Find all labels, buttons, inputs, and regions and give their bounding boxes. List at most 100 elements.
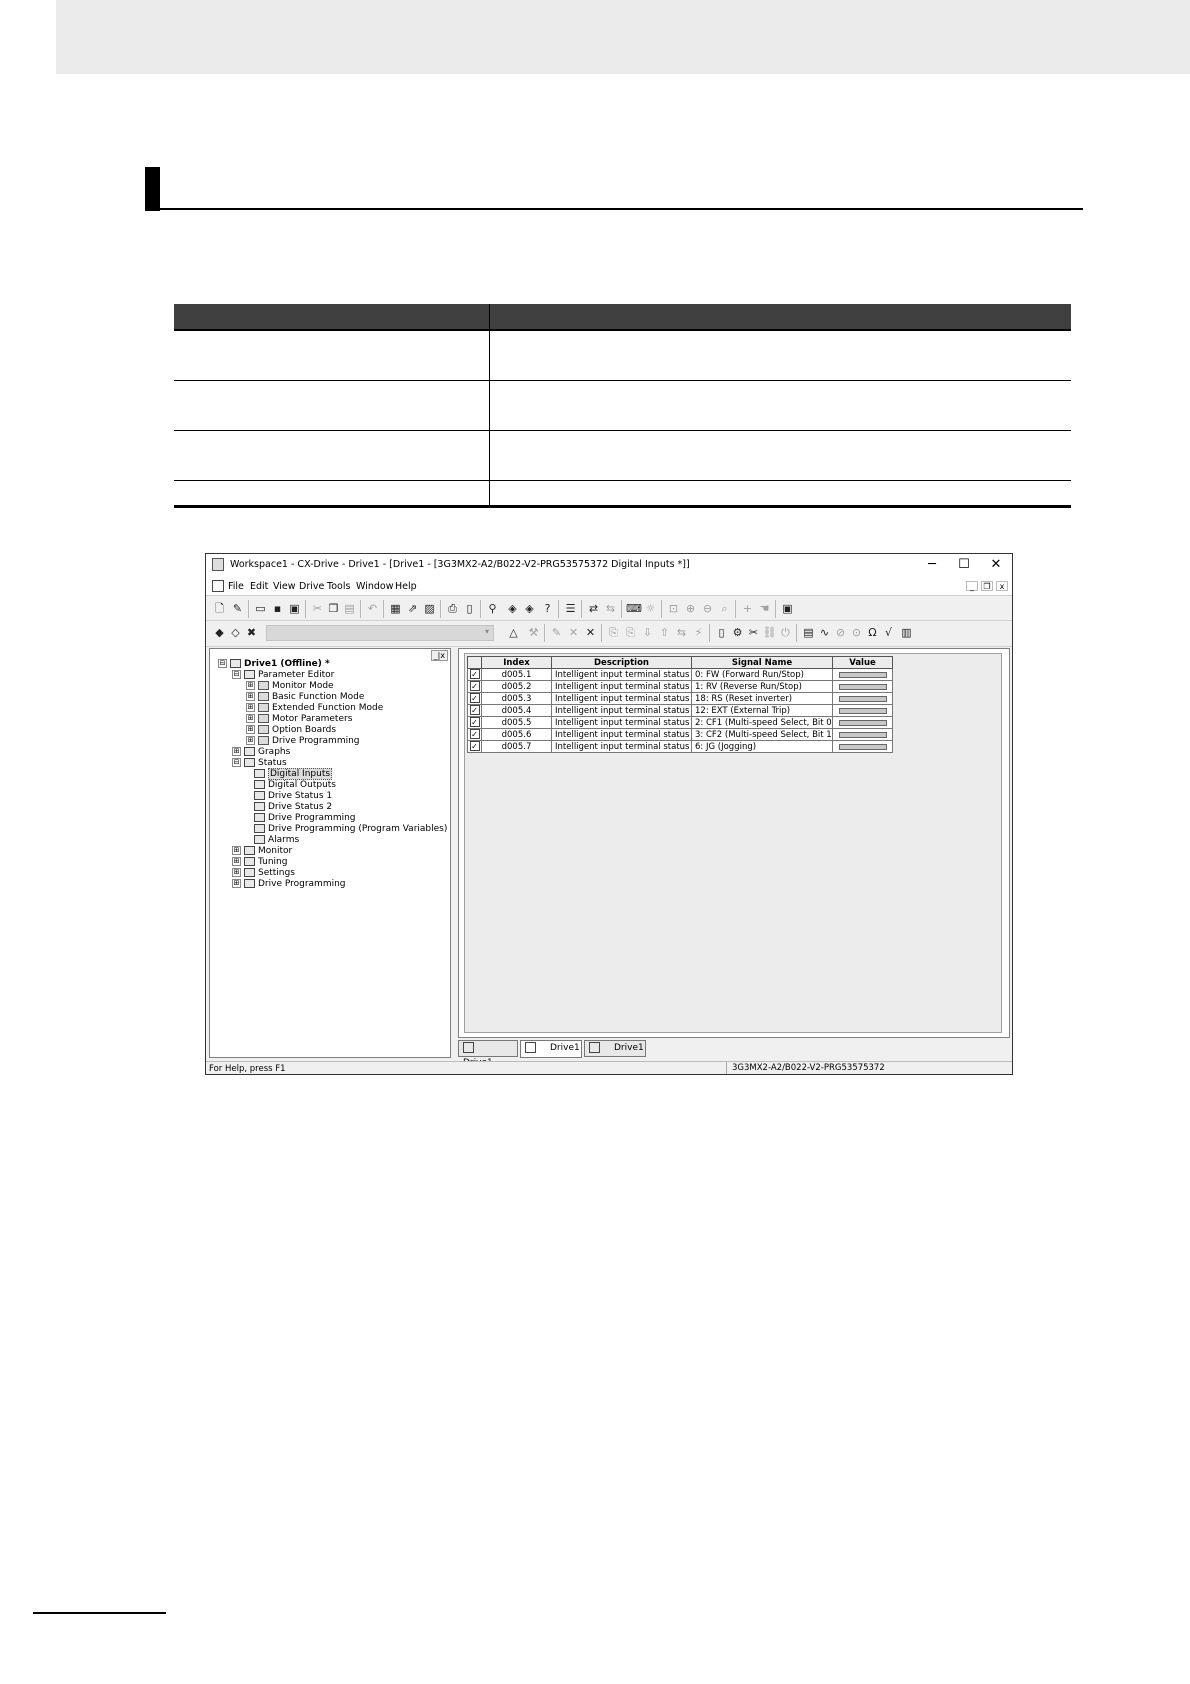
grid-row[interactable]: ✓ d005.4 Intelligent input terminal status…: [467, 704, 893, 717]
expand-icon[interactable]: ⊞: [246, 736, 255, 745]
warning-icon[interactable]: △: [506, 625, 521, 640]
keyboard-icon[interactable]: ⌨: [626, 601, 642, 616]
grid-row[interactable]: ✓ d005.6 Intelligent input terminal status…: [467, 728, 893, 741]
paste-icon[interactable]: ▤: [342, 601, 357, 616]
save-icon[interactable]: ▪: [270, 601, 285, 616]
export-icon[interactable]: ⇗: [405, 601, 420, 616]
auto-tune-icon[interactable]: ⊙: [849, 625, 864, 640]
menu-file[interactable]: File: [228, 581, 244, 592]
tab-drive1-workspace[interactable]: Drive1: [458, 1040, 518, 1068]
title-bar[interactable]: Workspace1 - CX-Drive - Drive1 - [Drive1…: [206, 554, 1012, 576]
compare-icon[interactable]: ⇆: [603, 601, 618, 616]
expand-icon[interactable]: ⊞: [232, 868, 241, 877]
zoom-in-icon[interactable]: ⊕: [683, 601, 698, 616]
variables-icon[interactable]: √: [881, 625, 896, 640]
menu-edit[interactable]: Edit: [250, 581, 268, 592]
help-icon[interactable]: ?: [540, 601, 555, 616]
properties-icon[interactable]: ▣: [780, 601, 795, 616]
print-icon[interactable]: ⎙: [445, 601, 460, 616]
file-icon[interactable]: ▯: [714, 625, 729, 640]
tab-drive1-status[interactable]: Drive1: [520, 1040, 582, 1058]
delete-icon[interactable]: ✕: [583, 625, 598, 640]
row-checkbox[interactable]: ✓: [467, 740, 482, 753]
copy-param-icon[interactable]: ⎘: [606, 625, 621, 640]
disconnect-icon[interactable]: ✖: [244, 625, 259, 640]
menu-tools[interactable]: Tools: [327, 581, 350, 592]
zoom-out-icon[interactable]: ⊖: [700, 601, 715, 616]
delete-dim-icon[interactable]: ✕: [566, 625, 581, 640]
grid-header-value[interactable]: Value: [832, 656, 893, 669]
go-offline-icon[interactable]: ◇: [228, 625, 243, 640]
grid-header-description[interactable]: Description: [551, 656, 692, 669]
row-checkbox[interactable]: ✓: [467, 680, 482, 693]
mdi-close-button[interactable]: x: [996, 581, 1008, 591]
link-icon[interactable]: ⛓: [762, 625, 777, 640]
hand-icon[interactable]: ☚: [757, 601, 772, 616]
expand-icon[interactable]: ⊞: [232, 747, 241, 756]
grid-row[interactable]: ✓ d005.3 Intelligent input terminal status…: [467, 692, 893, 705]
menu-help[interactable]: Help: [395, 581, 417, 592]
transfer-icon[interactable]: ⇄: [586, 601, 601, 616]
open-icon[interactable]: ▭: [253, 601, 268, 616]
window-view-icon[interactable]: ▦: [388, 601, 403, 616]
undo-icon[interactable]: ↶: [365, 601, 380, 616]
cursor-icon[interactable]: +: [740, 601, 755, 616]
upload-icon[interactable]: ⇧: [657, 625, 672, 640]
mdi-restore-button[interactable]: ❐: [981, 581, 993, 591]
cut-icon[interactable]: ✂: [310, 601, 325, 616]
expand-icon[interactable]: ⊞: [246, 692, 255, 701]
paste-param-icon[interactable]: ⎘: [623, 625, 638, 640]
grid-row[interactable]: ✓ d005.7 Intelligent input terminal status…: [467, 740, 893, 753]
grid-row[interactable]: ✓ d005.2 Intelligent input terminal status…: [467, 680, 893, 693]
light-icon[interactable]: ☼: [643, 601, 658, 616]
compare-param-icon[interactable]: ⇆: [674, 625, 689, 640]
new-icon[interactable]: 🗋: [212, 601, 227, 616]
row-checkbox[interactable]: ✓: [467, 692, 482, 705]
pane-controls[interactable]: _|x: [430, 650, 448, 661]
row-checkbox[interactable]: ✓: [467, 704, 482, 717]
download-icon[interactable]: ⇩: [640, 625, 655, 640]
list-icon[interactable]: ☰: [563, 601, 578, 616]
expand-icon[interactable]: ⊞: [246, 703, 255, 712]
menu-drive[interactable]: Drive: [299, 581, 324, 592]
maximize-button[interactable]: ☐: [950, 556, 978, 574]
collapse-icon[interactable]: ⊟: [232, 670, 241, 679]
collapse-icon[interactable]: ⊟: [218, 659, 227, 668]
zoom-icon[interactable]: ⌕: [717, 601, 732, 616]
menu-window[interactable]: Window: [356, 581, 393, 592]
menu-view[interactable]: View: [273, 581, 296, 592]
row-checkbox[interactable]: ✓: [467, 728, 482, 741]
mdi-minimize-button[interactable]: _: [966, 581, 978, 591]
omron-icon[interactable]: Ω: [865, 625, 880, 640]
grid-header-signal-name[interactable]: Signal Name: [691, 656, 833, 669]
expand-icon[interactable]: ⊞: [246, 714, 255, 723]
close-button[interactable]: ✕: [982, 556, 1010, 574]
go-online-icon[interactable]: ◆: [212, 625, 227, 640]
expand-icon[interactable]: ⊞: [246, 681, 255, 690]
save-all-icon[interactable]: ▣: [287, 601, 302, 616]
expand-icon[interactable]: ⊞: [246, 725, 255, 734]
drive-info-2-icon[interactable]: ◈: [522, 601, 537, 616]
new-drive-icon[interactable]: ✎: [230, 601, 245, 616]
row-checkbox[interactable]: ✓: [467, 668, 482, 681]
grid-header-index[interactable]: Index: [481, 656, 552, 669]
zoom-fit-icon[interactable]: ⊡: [666, 601, 681, 616]
drive-select-combo[interactable]: ▾: [266, 625, 494, 641]
grid-row[interactable]: ✓ d005.1 Intelligent input terminal status…: [467, 668, 893, 681]
expand-icon[interactable]: ⊞: [232, 857, 241, 866]
copy-icon[interactable]: ❐: [326, 601, 341, 616]
power-icon[interactable]: ⏻: [778, 625, 793, 640]
tools-icon[interactable]: ⚒: [526, 625, 541, 640]
expand-icon[interactable]: ⊞: [232, 846, 241, 855]
document-icon[interactable]: [212, 580, 224, 592]
report-icon[interactable]: ▥: [899, 625, 914, 640]
grid-row[interactable]: ✓ d005.5 Intelligent input terminal status…: [467, 716, 893, 729]
cut-param-icon[interactable]: ✂: [746, 625, 761, 640]
minimize-button[interactable]: ─: [918, 556, 946, 574]
print-preview-icon[interactable]: ▯: [462, 601, 477, 616]
collapse-icon[interactable]: ⊟: [232, 758, 241, 767]
find-icon[interactable]: ⚲: [485, 601, 500, 616]
expand-icon[interactable]: ⊞: [232, 879, 241, 888]
flash-icon[interactable]: ⚡: [691, 625, 706, 640]
edit-param-icon[interactable]: ✎: [549, 625, 564, 640]
